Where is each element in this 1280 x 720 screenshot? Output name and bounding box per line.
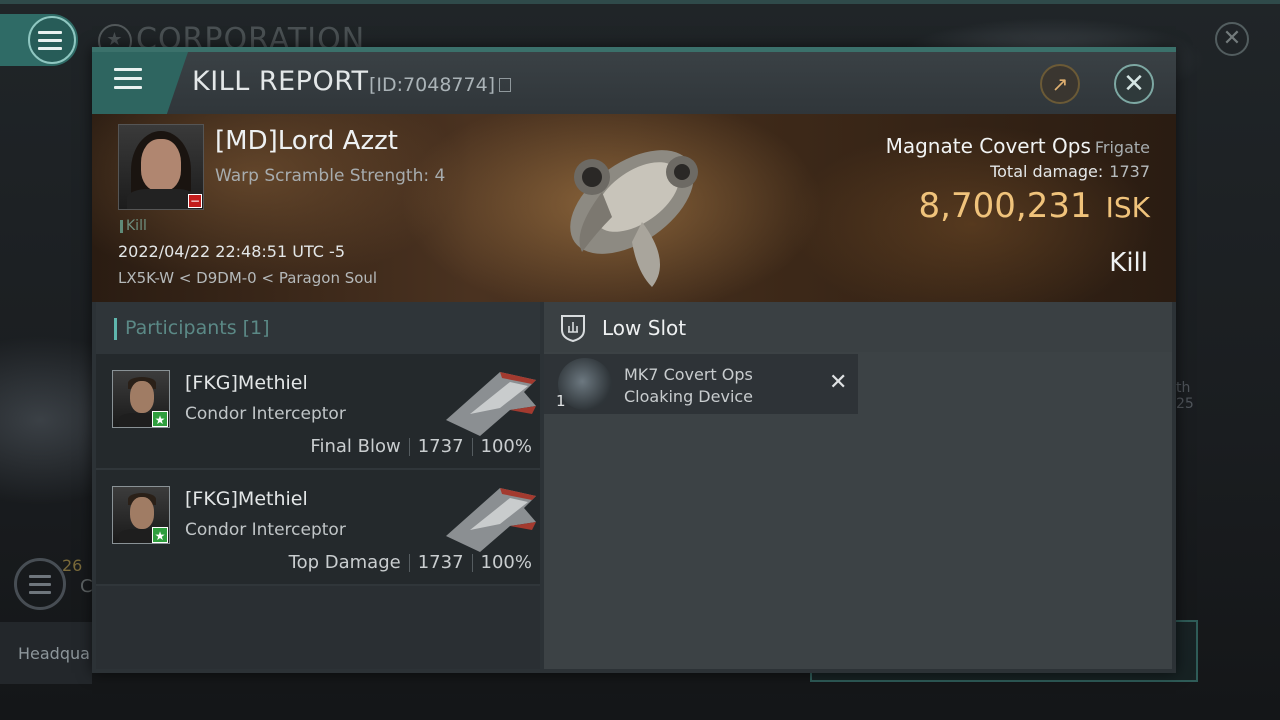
participant-stats: Top Damage 1737 100% [289,552,532,573]
participant-row[interactable]: ★ [FKG]Methiel Condor Interceptor Top Da… [96,470,540,586]
module-quantity: 1 [556,392,566,410]
victim-ship-image[interactable] [542,122,722,292]
window-title: KILL REPORT [192,66,369,97]
result-label: Kill [1109,248,1148,278]
module-item[interactable]: 1 MK7 Covert Ops Cloaking Device ✕ [544,354,858,414]
background-list-button[interactable] [14,558,66,610]
close-icon[interactable]: ✕ [1114,64,1154,104]
participant-damage: 1737 [417,436,464,457]
total-damage-label: Total damage: [990,162,1104,181]
background-menu-button[interactable] [0,14,78,66]
participant-ship: Condor Interceptor [185,520,346,540]
hamburger-icon [114,68,142,95]
kill-tag: Kill [120,218,147,234]
isk-value: 8,700,231 ISK [919,186,1150,226]
kill-datetime: 2022/04/22 22:48:51 UTC -5 [118,242,346,261]
isk-amount: 8,700,231 [918,186,1092,226]
kill-id-text: [ID:7048774] [369,74,496,96]
cloaking-device-icon [558,358,612,410]
participant-percent: 100% [480,552,532,573]
headquarters-label: Headqua [18,644,90,663]
background-headquarters-button[interactable]: Headqua [0,622,92,684]
kill-tag-text: Kill [126,218,147,234]
participant-damage: 1737 [417,552,464,573]
participants-panel: Participants [1] ★ [FKG]Methiel Condor I… [96,302,540,669]
portrait-body [127,189,197,209]
title-menu-button[interactable] [92,52,188,114]
participants-title: Participants [1] [125,317,270,339]
participant-ship-image[interactable] [440,362,540,438]
background-top-line [0,0,1280,4]
background-close-icon[interactable]: ✕ [1215,22,1249,56]
background-count: 26 [62,556,83,575]
kill-location[interactable]: LX5K-W < D9DM-0 < Paragon Soul [118,269,377,287]
ship-class: Frigate [1094,138,1150,157]
negative-standing-icon: − [188,194,202,208]
isk-unit: ISK [1105,191,1150,224]
victim-name[interactable]: [MD]Lord Azzt [215,126,398,156]
kill-report-panel: KILL REPORT [ID:7048774] ↗ ✕ − [MD]Lord … [92,47,1176,673]
participants-header[interactable]: Participants [1] [96,302,540,355]
total-damage: Total damage: 1737 [990,162,1150,181]
portrait-face [141,139,181,191]
participant-name[interactable]: [FKG]Methiel [185,488,308,510]
participant-row[interactable]: ★ [FKG]Methiel Condor Interceptor Final … [96,354,540,470]
side-text-a: th [1176,380,1191,396]
positive-standing-icon: ★ [152,411,168,427]
participant-ship-image[interactable] [440,478,540,554]
low-slot-title: Low Slot [602,316,687,340]
low-slot-panel: Low Slot 1 MK7 Covert Ops Cloaking Devic… [544,302,1172,669]
positive-standing-icon: ★ [152,527,168,543]
side-text-b: 25 [1176,396,1194,412]
avatar-face [130,381,154,413]
module-name: MK7 Covert Ops Cloaking Device [624,365,754,406]
participants-header-bar [114,318,117,340]
total-damage-value: 1737 [1109,162,1150,181]
participant-name[interactable]: [FKG]Methiel [185,372,308,394]
participant-percent: 100% [480,436,532,457]
participant-ship: Condor Interceptor [185,404,346,424]
list-icon [29,575,51,599]
copy-icon[interactable] [499,78,512,92]
avatar-face [130,497,154,529]
participant-role: Final Blow [310,436,401,457]
background-letter: C [80,576,93,597]
warp-scramble-strength: Warp Scramble Strength: 4 [215,166,446,186]
background-side-text: th 25 [1176,380,1194,412]
menu-icon [38,31,62,55]
participant-stats: Final Blow 1737 100% [310,436,532,457]
victim-ship-name[interactable]: Magnate Covert Ops Frigate [886,134,1150,158]
victim-summary: − [MD]Lord Azzt Warp Scramble Strength: … [92,114,1176,302]
kill-id[interactable]: [ID:7048774] [369,74,512,96]
ship-name-text: Magnate Covert Ops [885,134,1091,158]
low-slot-header: Low Slot [544,302,1172,352]
title-bar: KILL REPORT [ID:7048774] ↗ ✕ [92,52,1176,114]
low-slot-shield-icon [561,315,585,342]
destroyed-x-icon: ✕ [829,370,848,395]
share-external-icon[interactable]: ↗ [1040,64,1080,104]
participant-role: Top Damage [288,552,401,573]
